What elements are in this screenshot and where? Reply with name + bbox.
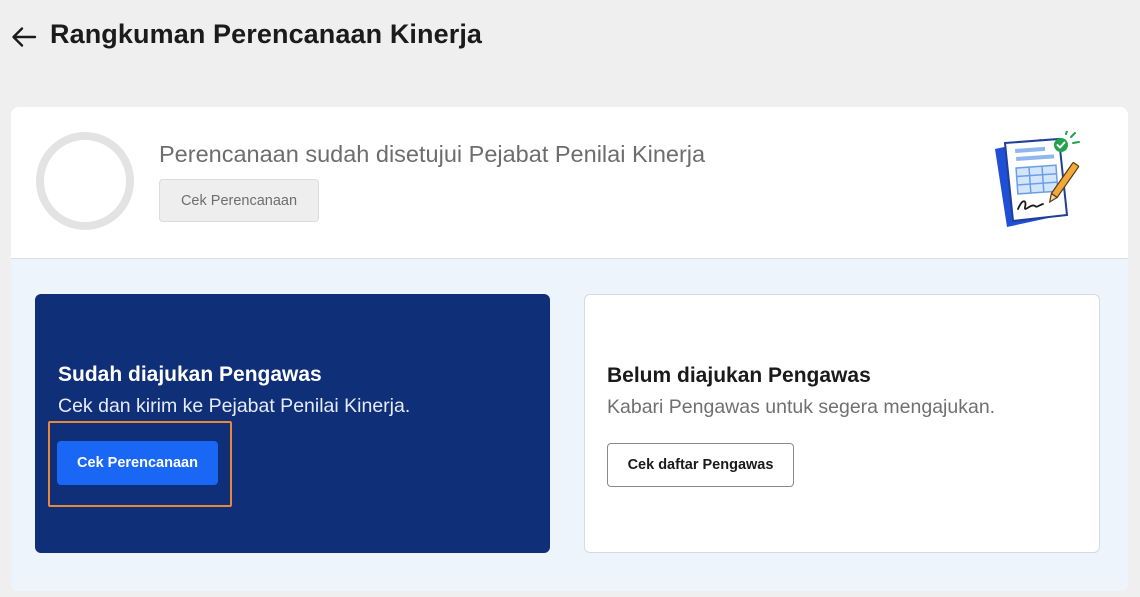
document-signed-illustration xyxy=(995,131,1080,227)
progress-ring xyxy=(36,132,134,230)
check-plan-button-disabled[interactable]: Cek Perencanaan xyxy=(159,179,319,222)
submitted-by-supervisor-card: Sudah diajukan Pengawas Cek dan kirim ke… xyxy=(35,294,550,553)
back-button[interactable] xyxy=(10,22,38,52)
page-title: Rangkuman Perencanaan Kinerja xyxy=(50,19,483,49)
approval-status-section: Perencanaan sudah disetujui Pejabat Peni… xyxy=(11,107,1128,259)
not-submitted-by-supervisor-card: Belum diajukan Pengawas Kabari Pengawas … xyxy=(584,294,1100,553)
pending-card-description: Kabari Pengawas untuk segera mengajukan. xyxy=(607,396,996,418)
submitted-card-heading: Sudah diajukan Pengawas xyxy=(58,363,322,386)
page-header: Rangkuman Perencanaan Kinerja xyxy=(0,0,1140,78)
submitted-card-description: Cek dan kirim ke Pejabat Penilai Kinerja… xyxy=(58,395,411,417)
arrow-left-icon xyxy=(12,27,37,47)
check-plan-button[interactable]: Cek Perencanaan xyxy=(57,441,218,485)
approval-status-title: Perencanaan sudah disetujui Pejabat Peni… xyxy=(159,141,706,167)
check-supervisor-list-button[interactable]: Cek daftar Pengawas xyxy=(607,443,794,487)
pending-card-heading: Belum diajukan Pengawas xyxy=(607,364,871,387)
summary-card: Perencanaan sudah disetujui Pejabat Peni… xyxy=(11,107,1128,591)
